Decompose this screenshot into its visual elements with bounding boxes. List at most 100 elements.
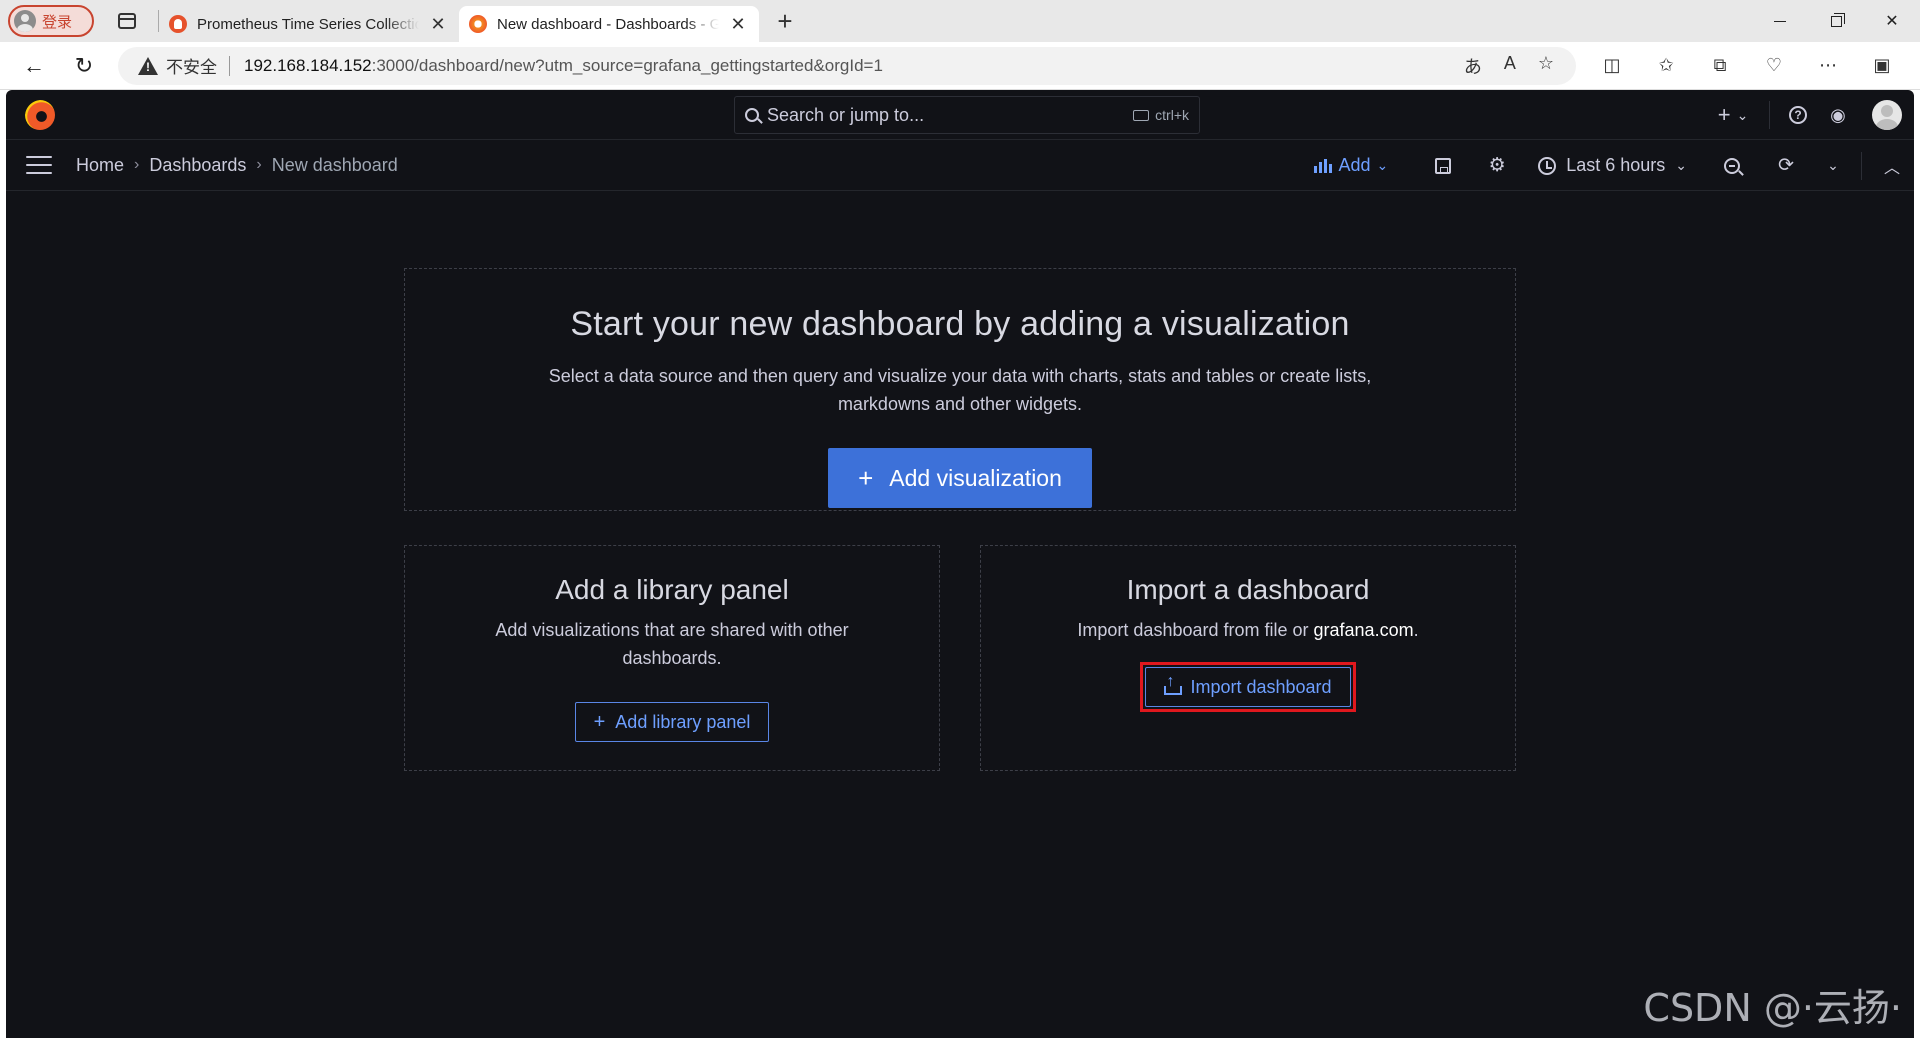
back-button[interactable]: ←: [14, 46, 54, 86]
favorites-icon[interactable]: ✩: [1648, 48, 1684, 84]
tab-close-icon[interactable]: ✕: [427, 13, 449, 35]
split-screen-icon[interactable]: ◫: [1594, 48, 1630, 84]
insecure-label: 不安全: [166, 58, 217, 77]
tab-title: New dashboard - Dashboards - Grafana: [497, 15, 719, 33]
time-range-picker[interactable]: Last 6 hours ⌄: [1538, 155, 1687, 176]
profile-button[interactable]: 登录: [8, 5, 94, 37]
user-avatar[interactable]: [1872, 100, 1902, 130]
tab-grafana-new-dashboard[interactable]: New dashboard - Dashboards - Grafana ✕: [459, 6, 759, 42]
add-button[interactable]: Add ⌄: [1314, 155, 1388, 176]
breadcrumb: Home › Dashboards › New dashboard: [76, 155, 398, 176]
chevron-down-icon: ⌄: [1675, 157, 1687, 173]
news-button[interactable]: ◉: [1818, 105, 1858, 126]
grafana-nav-bar: Home › Dashboards › New dashboard Add ⌄ …: [6, 140, 1914, 191]
tab-actions-icon[interactable]: [110, 4, 144, 38]
upload-icon: [1164, 673, 1183, 695]
plus-icon: +: [1717, 102, 1731, 127]
url-field[interactable]: 不安全 192.168.184.152:3000/dashboard/new?u…: [118, 46, 1576, 85]
watermark: CSDN @·云扬·: [1643, 986, 1902, 1030]
prometheus-favicon-icon: [169, 15, 187, 33]
divider: [1769, 101, 1770, 129]
empty-state-title: Start your new dashboard by adding a vis…: [570, 305, 1350, 343]
gear-icon: ⚙: [1488, 155, 1506, 176]
zoom-out-button[interactable]: [1705, 140, 1759, 191]
search-placeholder: Search or jump to...: [767, 104, 925, 125]
grafana-top-bar: Search or jump to... ctrl+k + ⌄ ? ◉: [6, 90, 1914, 140]
grafana-logo-icon[interactable]: [25, 99, 55, 130]
profile-avatar-icon: [14, 10, 36, 32]
new-menu-button[interactable]: + ⌄: [1705, 102, 1761, 128]
breadcrumb-separator: ›: [256, 156, 262, 173]
url-actions: あ A ☆: [1464, 53, 1576, 79]
keyboard-icon: [1133, 109, 1150, 121]
add-panel-icon: [1314, 158, 1333, 173]
chevron-down-icon: ⌄: [1827, 157, 1839, 173]
favorite-star-icon[interactable]: ☆: [1538, 53, 1554, 79]
collapse-toolbar-button[interactable]: ︿: [1870, 140, 1914, 191]
chevron-down-icon: ⌄: [1736, 106, 1749, 123]
help-button[interactable]: ?: [1778, 106, 1818, 124]
grafana-app: Search or jump to... ctrl+k + ⌄ ? ◉ Home…: [6, 90, 1914, 1038]
empty-state-description: Select a data source and then query and …: [548, 366, 1372, 414]
tab-title: Prometheus Time Series Collection: [197, 15, 419, 33]
breadcrumb-dashboards[interactable]: Dashboards: [149, 155, 246, 176]
clock-icon: [1538, 156, 1557, 175]
menu-hamburger-icon[interactable]: [26, 156, 52, 174]
zoom-out-icon: [1724, 157, 1740, 174]
refresh-button[interactable]: ⟳: [1759, 140, 1813, 191]
breadcrumb-current: New dashboard: [271, 154, 398, 175]
import-description-text: Import dashboard from file or: [1077, 620, 1314, 640]
plus-icon: +: [593, 710, 606, 733]
more-menu-icon[interactable]: ⋯: [1810, 48, 1846, 84]
chevron-down-icon: ⌄: [1376, 157, 1389, 173]
import-description: Import dashboard from file or grafana.co…: [1038, 616, 1458, 644]
collections-icon[interactable]: ⧉: [1702, 48, 1738, 84]
reload-button[interactable]: ↻: [64, 46, 104, 86]
add-visualization-button[interactable]: + Add visualization: [828, 448, 1092, 508]
search-icon: [745, 108, 759, 122]
breadcrumb-separator: ›: [134, 156, 140, 173]
save-dashboard-button[interactable]: [1416, 140, 1470, 191]
library-panel-card: Add a library panel Add visualizations t…: [404, 545, 940, 771]
import-dashboard-button[interactable]: Import dashboard: [1145, 667, 1351, 707]
tab-close-icon[interactable]: ✕: [727, 13, 749, 35]
search-shortcut: ctrl+k: [1133, 107, 1189, 123]
import-dashboard-card: Import a dashboard Import dashboard from…: [980, 545, 1516, 771]
empty-dashboard-card: Start your new dashboard by adding a vis…: [404, 268, 1516, 511]
tab-prometheus[interactable]: Prometheus Time Series Collection ✕: [159, 6, 459, 42]
url-host: 192.168.184.152: [244, 55, 372, 75]
add-library-panel-button[interactable]: + Add library panel: [574, 702, 770, 742]
library-panel-title: Add a library panel: [555, 574, 789, 605]
address-bar-row: ← ↻ 不安全 192.168.184.152:3000/dashboard/n…: [0, 42, 1920, 90]
translate-icon[interactable]: あ: [1464, 53, 1482, 79]
minimize-button[interactable]: [1752, 0, 1808, 42]
plus-icon: +: [858, 462, 874, 493]
add-library-panel-label: Add library panel: [615, 711, 751, 732]
close-icon: ✕: [1885, 13, 1899, 30]
save-icon: [1435, 157, 1452, 174]
restore-button[interactable]: [1808, 0, 1864, 42]
sidebar-toggle-icon[interactable]: ▣: [1864, 48, 1900, 84]
import-dashboard-label: Import dashboard: [1190, 676, 1332, 697]
url-path: :3000/dashboard/new?utm_source=grafana_g…: [371, 55, 883, 75]
new-tab-button[interactable]: +: [769, 5, 801, 37]
divider: [1861, 151, 1862, 180]
url-separator: [229, 55, 230, 76]
warning-icon: [138, 56, 158, 75]
grafana-com-link[interactable]: grafana.com: [1314, 620, 1414, 640]
search-input[interactable]: Search or jump to... ctrl+k: [734, 96, 1200, 134]
close-window-button[interactable]: ✕: [1864, 0, 1920, 42]
restore-icon: [1830, 12, 1845, 27]
add-button-label: Add: [1338, 155, 1371, 175]
search-shortcut-label: ctrl+k: [1155, 107, 1189, 123]
dashboard-settings-button[interactable]: ⚙: [1470, 140, 1524, 191]
top-bar-actions: + ⌄ ? ◉: [1705, 90, 1914, 140]
grafana-favicon-icon: [469, 15, 487, 33]
window-controls: ✕: [1752, 0, 1920, 42]
breadcrumb-home[interactable]: Home: [76, 155, 124, 176]
import-description-end: .: [1413, 620, 1419, 640]
refresh-interval-dropdown[interactable]: ⌄: [1813, 140, 1853, 191]
browser-toolbar-icons: ◫ ✩ ⧉ ♡ ⋯ ▣: [1594, 48, 1900, 84]
read-aloud-icon[interactable]: A: [1504, 53, 1516, 79]
browser-essentials-icon[interactable]: ♡: [1756, 48, 1792, 84]
